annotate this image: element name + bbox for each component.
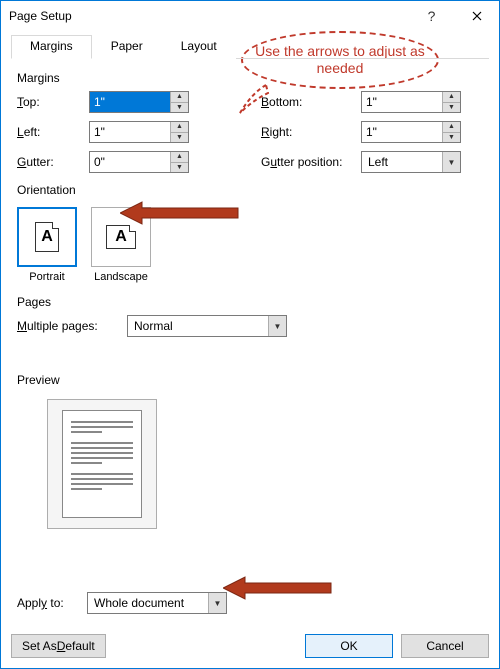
gutter-input[interactable] xyxy=(90,152,170,172)
annotation-arrow-2 xyxy=(223,575,333,601)
apply-to-label: Apply to: xyxy=(17,596,81,610)
bottom-input[interactable] xyxy=(362,92,442,112)
title-bar: Page Setup ? xyxy=(1,1,499,31)
tab-paper[interactable]: Paper xyxy=(92,35,162,59)
top-spin-down[interactable]: ▼ xyxy=(171,103,188,113)
set-as-default-button[interactable]: Set As Default xyxy=(11,634,106,658)
annotation-callout-tail xyxy=(236,79,276,119)
right-label: Right: xyxy=(261,125,361,139)
top-spin-up[interactable]: ▲ xyxy=(171,92,188,103)
apply-to-value: Whole document xyxy=(88,596,208,610)
left-spin-up[interactable]: ▲ xyxy=(171,122,188,133)
preview-page-icon xyxy=(62,410,142,518)
right-spin-down[interactable]: ▼ xyxy=(443,133,460,143)
gutter-spin-up[interactable]: ▲ xyxy=(171,152,188,163)
top-spinner[interactable]: ▲ ▼ xyxy=(89,91,189,113)
right-input[interactable] xyxy=(362,122,442,142)
gutter-spin-down[interactable]: ▼ xyxy=(171,163,188,173)
ok-button[interactable]: OK xyxy=(305,634,393,658)
dialog-buttons: Set As Default OK Cancel xyxy=(1,626,499,668)
multiple-pages-label: Multiple pages: xyxy=(17,319,127,333)
portrait-label: Portrait xyxy=(17,271,77,283)
orientation-group-label: Orientation xyxy=(17,183,483,197)
bottom-spin-up[interactable]: ▲ xyxy=(443,92,460,103)
bottom-spin-down[interactable]: ▼ xyxy=(443,103,460,113)
chevron-down-icon: ▼ xyxy=(268,316,286,336)
multiple-pages-value: Normal xyxy=(128,319,268,333)
gutter-spinner[interactable]: ▲ ▼ xyxy=(89,151,189,173)
right-spinner[interactable]: ▲ ▼ xyxy=(361,121,461,143)
bottom-label: Bottom: xyxy=(261,95,361,109)
annotation-arrow-1 xyxy=(120,200,240,226)
preview-group-label: Preview xyxy=(17,373,483,387)
chevron-down-icon: ▼ xyxy=(442,152,460,172)
apply-to-dropdown[interactable]: Whole document ▼ xyxy=(87,592,227,614)
gutter-pos-value: Left xyxy=(362,155,442,169)
landscape-icon: A xyxy=(106,225,136,249)
help-button[interactable]: ? xyxy=(409,1,454,31)
close-button[interactable] xyxy=(454,1,499,31)
right-spin-up[interactable]: ▲ xyxy=(443,122,460,133)
multiple-pages-dropdown[interactable]: Normal ▼ xyxy=(127,315,287,337)
close-icon xyxy=(472,11,482,21)
tab-strip: Margins Paper Layout xyxy=(11,35,489,59)
tab-margins[interactable]: Margins xyxy=(11,35,92,59)
bottom-spinner[interactable]: ▲ ▼ xyxy=(361,91,461,113)
left-spinner[interactable]: ▲ ▼ xyxy=(89,121,189,143)
pages-group-label: Pages xyxy=(17,295,483,309)
tab-panel-margins: Margins Top: ▲ ▼ Left: xyxy=(11,59,489,626)
left-input[interactable] xyxy=(90,122,170,142)
dialog-content: Margins Paper Layout Margins Top: ▲ ▼ xyxy=(1,31,499,626)
left-spin-down[interactable]: ▼ xyxy=(171,133,188,143)
orientation-portrait[interactable]: A xyxy=(17,207,77,267)
left-label: Left: xyxy=(17,125,89,139)
gutter-position-dropdown[interactable]: Left ▼ xyxy=(361,151,461,173)
window-title: Page Setup xyxy=(9,9,409,23)
gutter-label: Gutter: xyxy=(17,155,89,169)
gutter-pos-label: Gutter position: xyxy=(261,155,361,169)
tab-layout[interactable]: Layout xyxy=(162,35,236,59)
cancel-button[interactable]: Cancel xyxy=(401,634,489,658)
portrait-icon: A xyxy=(35,222,59,252)
page-setup-dialog: Page Setup ? Margins Paper Layout Margin… xyxy=(0,0,500,669)
landscape-label: Landscape xyxy=(91,271,151,283)
top-label: Top: xyxy=(17,95,89,109)
preview-area xyxy=(47,399,157,529)
top-input[interactable] xyxy=(90,92,170,112)
